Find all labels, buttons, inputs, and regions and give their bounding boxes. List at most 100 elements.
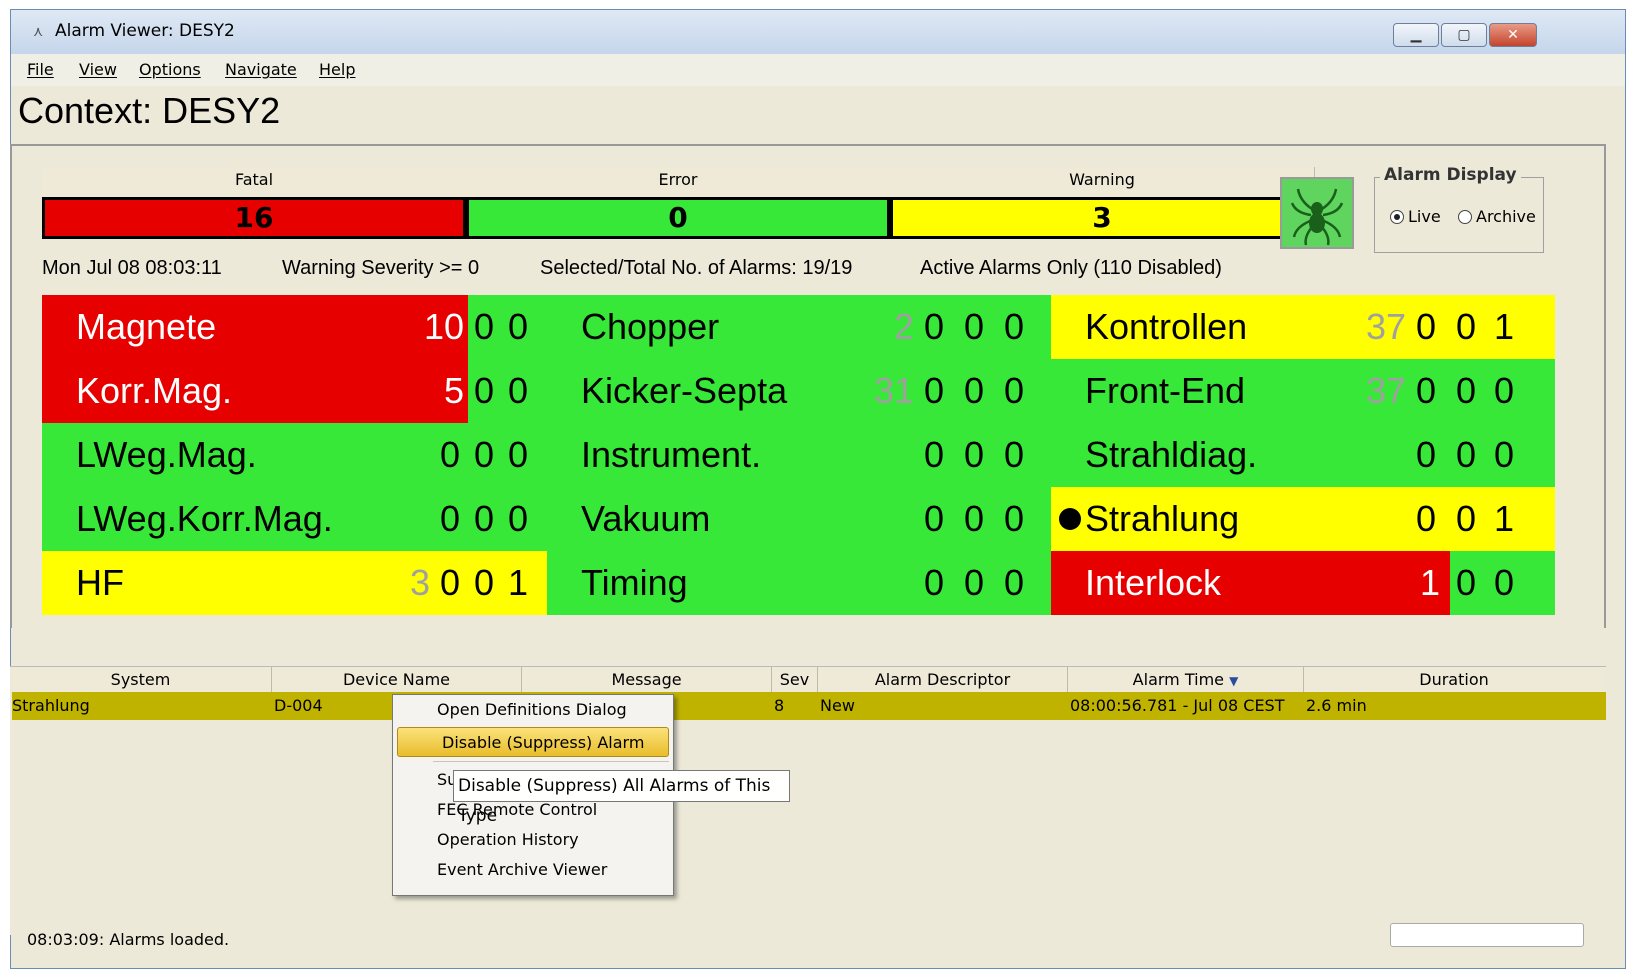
close-button[interactable]: ✕	[1489, 23, 1537, 47]
severity-count: 0	[439, 498, 461, 539]
menu-separator	[433, 761, 669, 762]
warning-count[interactable]: 3	[890, 197, 1314, 239]
live-radio[interactable]: Live	[1390, 207, 1441, 226]
fatal-count[interactable]: 16	[42, 197, 466, 239]
severity-count: 0	[1493, 370, 1515, 411]
col-message[interactable]: Message	[522, 667, 772, 693]
alarm-group-vakuum[interactable]: Vakuum 0 0 0	[547, 487, 1051, 551]
alarm-group-lweg-korr-mag[interactable]: LWeg.Korr.Mag. 0 0 0	[42, 487, 547, 551]
severity-count: 0	[473, 370, 495, 411]
severity-count: 0	[507, 498, 529, 539]
alarm-group-kontrollen[interactable]: Kontrollen 37 0 0 1	[1051, 295, 1555, 359]
group-count: 5	[443, 370, 464, 411]
archive-radio[interactable]: Archive	[1458, 207, 1536, 226]
group-count: 31	[873, 370, 914, 411]
alarm-group-strahlung[interactable]: Strahlung 0 0 1	[1051, 487, 1555, 551]
group-count: 2	[893, 306, 914, 347]
group-name: Instrument.	[581, 434, 762, 475]
alarm-group-magnete[interactable]: Magnete 10 0 0	[42, 295, 547, 359]
menu-disable-alarm[interactable]: Disable (Suppress) Alarm	[397, 727, 669, 757]
severity-count: 0	[1003, 434, 1025, 475]
table-row[interactable]: Strahlung D-004 8 New 08:00:56.781 - Jul…	[12, 692, 1606, 720]
menu-options[interactable]: Options	[139, 60, 201, 79]
radio-checked-icon	[1390, 210, 1404, 224]
severity-count: 0	[473, 498, 495, 539]
fatal-header: Fatal	[42, 167, 467, 197]
alarm-group-strahldiag[interactable]: Strahldiag. 0 0 0	[1051, 423, 1555, 487]
tooltip: Disable (Suppress) All Alarms of This Ty…	[453, 770, 790, 826]
menu-event-archive[interactable]: Event Archive Viewer	[393, 855, 673, 885]
minimize-button[interactable]: ▁	[1393, 23, 1439, 47]
menu-navigate[interactable]: Navigate	[225, 60, 297, 79]
menu-help[interactable]: Help	[319, 60, 355, 79]
severity-count: 0	[507, 434, 529, 475]
group-name: Front-End	[1085, 370, 1246, 411]
severity-count: 0	[923, 434, 945, 475]
col-alarm-time[interactable]: Alarm Time ▼	[1068, 667, 1304, 693]
severity-count: 0	[963, 498, 985, 539]
spider-button[interactable]	[1280, 177, 1354, 249]
alarm-group-front-end[interactable]: Front-End 37 0 0 0	[1051, 359, 1555, 423]
live-label: Live	[1408, 207, 1441, 226]
severity-count: 0	[923, 306, 945, 347]
cell-system: Strahlung	[12, 696, 90, 715]
group-name: Strahldiag.	[1085, 434, 1258, 475]
severity-count: 1	[1493, 306, 1515, 347]
window-title: Alarm Viewer: DESY2	[55, 21, 235, 41]
cell-device: D-004	[274, 696, 323, 715]
warning-header: Warning	[890, 167, 1315, 197]
info-alarm-count: Selected/Total No. of Alarms: 19/19	[540, 257, 853, 279]
alarm-group-timing[interactable]: Timing 0 0 0	[547, 551, 1051, 615]
col-duration[interactable]: Duration	[1304, 667, 1604, 693]
severity-count: 0	[1455, 434, 1477, 475]
alarm-group-chopper[interactable]: Chopper 2 0 0 0	[547, 295, 1051, 359]
alarm-group-interlock[interactable]: Interlock 1 0 0	[1051, 551, 1555, 615]
error-count[interactable]: 0	[466, 197, 890, 239]
radio-unchecked-icon	[1458, 210, 1472, 224]
group-name: Vakuum	[581, 498, 711, 539]
menu-file[interactable]: File	[27, 60, 54, 79]
severity-count: 0	[1003, 498, 1025, 539]
alarm-group-korr-mag[interactable]: Korr.Mag. 5 0 0	[42, 359, 547, 423]
severity-count: 1	[507, 562, 529, 603]
menu-open-definitions[interactable]: Open Definitions Dialog	[393, 695, 673, 725]
alarm-display-legend: Alarm Display	[1380, 165, 1521, 185]
maximize-button[interactable]: ▢	[1441, 23, 1487, 47]
severity-count: 0	[1003, 370, 1025, 411]
severity-count: 0	[963, 306, 985, 347]
severity-count: 0	[473, 306, 495, 347]
alarm-group-hf[interactable]: HF 3 0 0 1	[42, 551, 547, 615]
alarm-group-kicker-septa[interactable]: Kicker-Septa 31 0 0 0	[547, 359, 1051, 423]
group-count: 1	[1419, 562, 1440, 603]
group-name: LWeg.Korr.Mag.	[76, 498, 333, 539]
col-sev[interactable]: Sev	[772, 667, 818, 693]
title-bar[interactable]: ⋏ Alarm Viewer: DESY2 ▁ ▢ ✕	[11, 10, 1625, 55]
group-count: 37	[1365, 306, 1406, 347]
severity-count: 0	[439, 434, 461, 475]
col-alarm-descriptor[interactable]: Alarm Descriptor	[818, 667, 1068, 693]
archive-label: Archive	[1476, 207, 1536, 226]
group-name: Korr.Mag.	[76, 370, 233, 411]
severity-count: 0	[1003, 306, 1025, 347]
group-name: Strahlung	[1085, 498, 1240, 539]
severity-count: 0	[923, 370, 945, 411]
alarm-group-lweg-mag[interactable]: LWeg.Mag. 0 0 0	[42, 423, 547, 487]
minimize-icon: ▁	[1410, 27, 1422, 43]
severity-count: 1	[1493, 498, 1515, 539]
app-icon: ⋏	[33, 24, 44, 40]
context-title: Context: DESY2	[18, 90, 281, 131]
severity-count: 0	[1455, 306, 1477, 347]
group-name: Timing	[581, 562, 688, 603]
menu-view[interactable]: View	[79, 60, 117, 79]
severity-count: 0	[439, 562, 461, 603]
cell-time: 08:00:56.781 - Jul 08 CEST	[1070, 696, 1285, 715]
progress-bar	[1390, 923, 1584, 947]
cell-duration: 2.6 min	[1306, 696, 1367, 715]
group-name: LWeg.Mag.	[76, 434, 257, 475]
close-icon: ✕	[1507, 27, 1519, 43]
col-device-name[interactable]: Device Name	[272, 667, 522, 693]
menu-operation-history[interactable]: Operation History	[393, 825, 673, 855]
severity-count: 0	[473, 562, 495, 603]
col-system[interactable]: System	[10, 667, 272, 693]
alarm-group-instrument[interactable]: Instrument. 0 0 0	[547, 423, 1051, 487]
